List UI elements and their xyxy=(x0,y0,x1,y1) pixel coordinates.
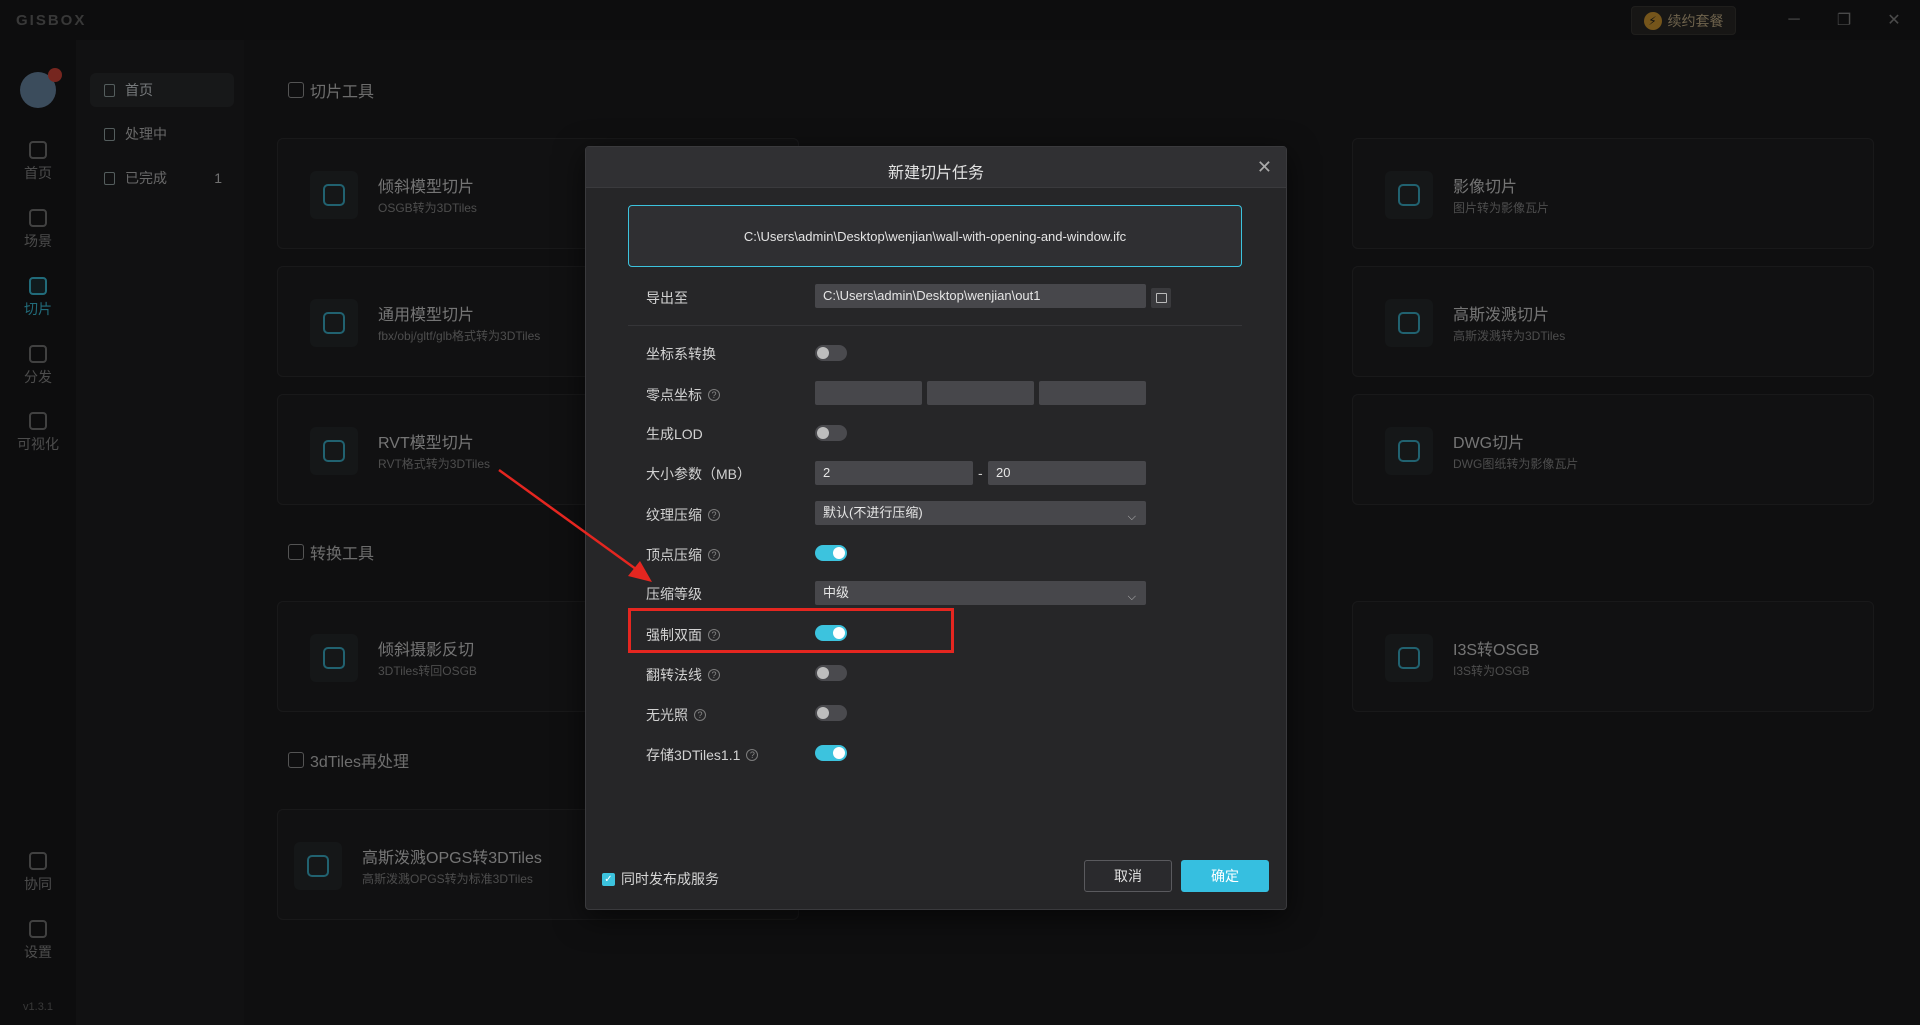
annotation-arrow xyxy=(498,468,652,582)
